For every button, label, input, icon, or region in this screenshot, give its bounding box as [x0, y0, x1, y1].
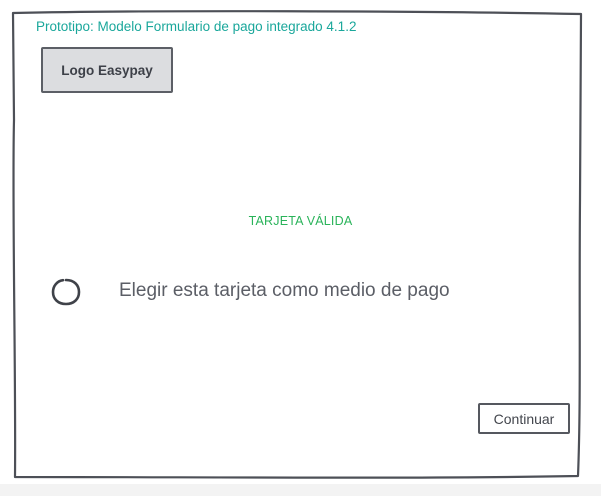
logo-label: Logo Easypay: [61, 62, 153, 78]
prototype-title: Prototipo: Modelo Formulario de pago int…: [36, 19, 357, 34]
continue-button[interactable]: Continuar: [478, 403, 570, 434]
logo-placeholder: Logo Easypay: [41, 47, 173, 93]
card-status-text: TARJETA VÁLIDA: [248, 214, 353, 228]
payment-choice-label[interactable]: Elegir esta tarjeta como medio de pago: [119, 280, 450, 302]
sketch-canvas: Prototipo: Modelo Formulario de pago int…: [0, 0, 601, 496]
payment-choice-radio[interactable]: [50, 277, 82, 307]
